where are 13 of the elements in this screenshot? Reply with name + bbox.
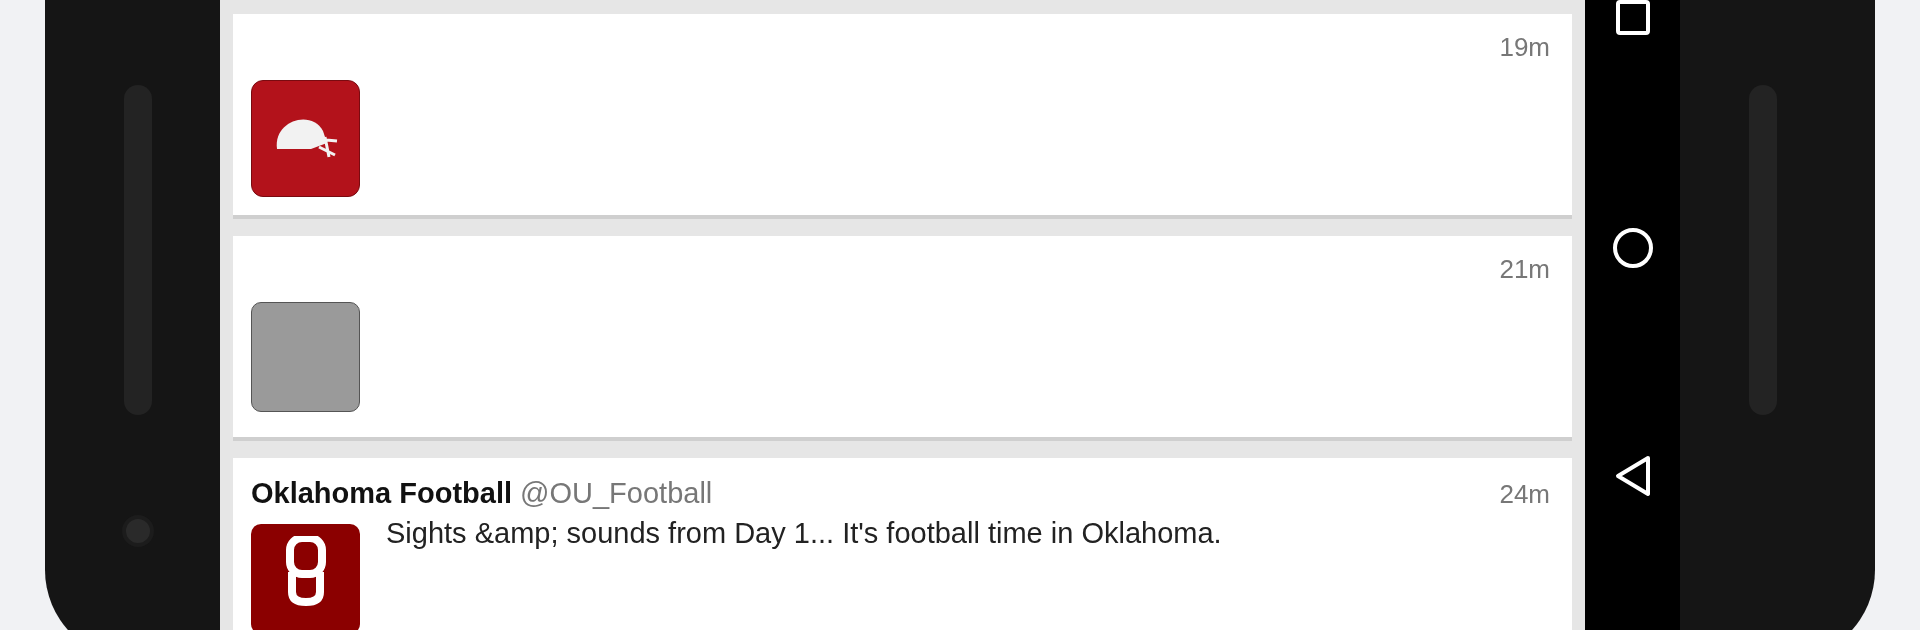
tweet-text: Sights &amp; sounds from Day 1... It's football time in Oklahoma. [386, 516, 1222, 551]
tweet-card[interactable]: Oklahoma Football @OU_Football 24m Sights &amp; sounds from Day 1... It's football time in Oklahoma. [233, 458, 1572, 630]
tweet-card[interactable]: 19m [233, 14, 1572, 219]
author-name: Oklahoma Football [251, 476, 513, 511]
author-handle: @OU_Football [520, 476, 713, 511]
recents-icon[interactable] [1614, 0, 1651, 36]
tweet-time: 19m [1499, 31, 1551, 64]
tweet-card[interactable]: 21m [233, 236, 1572, 441]
back-icon[interactable] [1613, 455, 1652, 497]
logo-icon [283, 536, 328, 606]
tweet-time: 21m [1499, 253, 1551, 286]
home-icon[interactable] [1611, 227, 1654, 269]
tweet-time: 24m [1499, 478, 1551, 511]
